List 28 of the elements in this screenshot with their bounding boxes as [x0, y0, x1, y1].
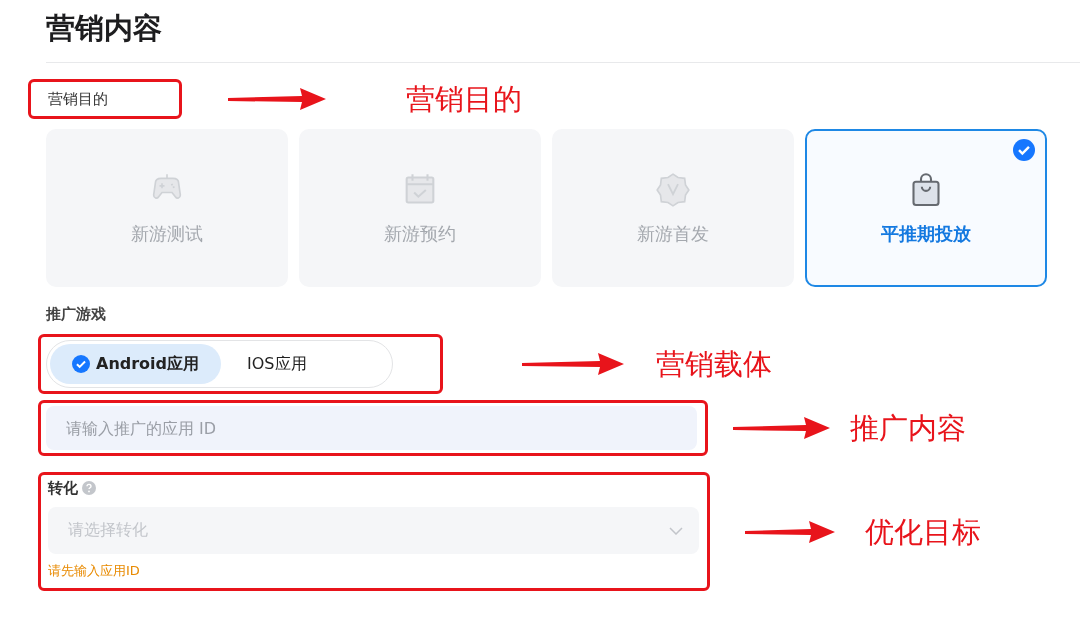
section-label: 营销目的 — [48, 90, 108, 108]
card-label: 平推期投放 — [881, 222, 971, 246]
arrow-icon — [522, 353, 624, 375]
option-card[interactable]: 新游测试 — [46, 129, 288, 287]
option-card[interactable]: 平推期投放 — [805, 129, 1047, 287]
arrow-icon — [733, 417, 830, 439]
check-badge-icon — [1013, 139, 1035, 161]
arrow-icon — [745, 520, 835, 543]
annotation-label: 营销目的 — [406, 81, 522, 117]
option-card[interactable]: 新游首发 — [552, 129, 794, 287]
check-icon — [72, 355, 90, 373]
field-label: 转化 — [48, 478, 78, 499]
annotation-label: 推广内容 — [850, 410, 966, 446]
platform-option[interactable]: Android应用 — [50, 344, 222, 384]
card-label: 新游预约 — [384, 222, 456, 246]
hint-text: 请先输入应用ID — [48, 562, 141, 580]
help-icon[interactable] — [82, 481, 96, 495]
card-label: 新游首发 — [637, 222, 709, 246]
platform-option[interactable]: IOS应用 — [225, 344, 329, 384]
app-id-field[interactable]: 请输入推广的应用 ID — [46, 406, 697, 450]
annotation-label: 营销载体 — [656, 346, 772, 382]
card-label: 新游测试 — [131, 222, 203, 246]
option-card[interactable]: 新游预约 — [299, 129, 541, 287]
arrow-icon — [228, 88, 326, 110]
section-label: 推广游戏 — [46, 304, 107, 325]
annotation-label: 优化目标 — [865, 513, 981, 550]
page-title: 营销内容 — [46, 10, 163, 47]
chevron-down-icon — [669, 526, 683, 535]
